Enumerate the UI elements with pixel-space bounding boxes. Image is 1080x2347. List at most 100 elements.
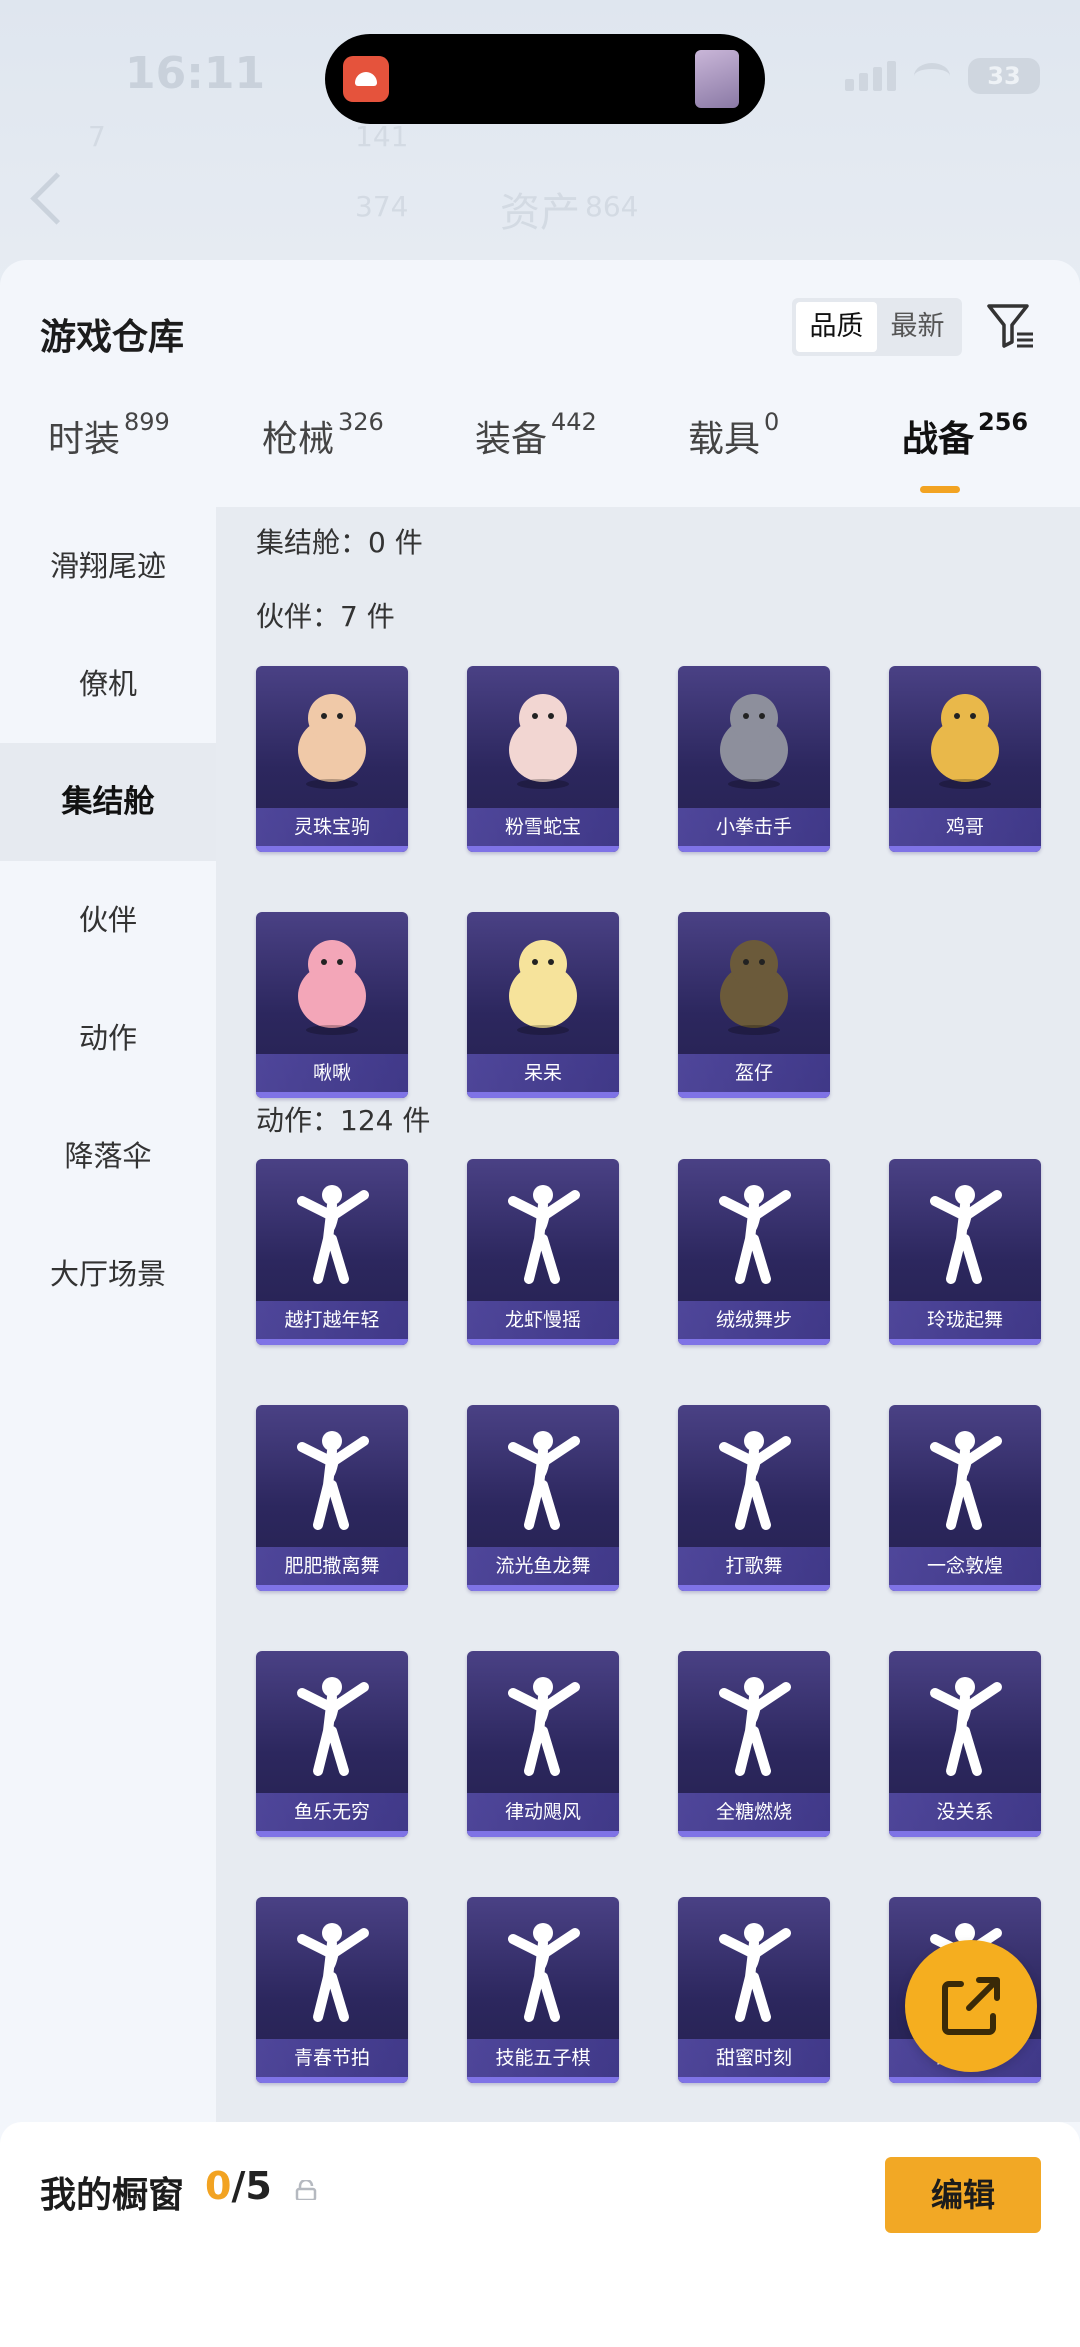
tab-guns[interactable]: 枪械 326 <box>262 408 384 462</box>
card-label: 绒绒舞步 <box>678 1301 830 1339</box>
active-tab-indicator <box>920 486 960 493</box>
card-label: 全糖燃烧 <box>678 1793 830 1831</box>
action-card[interactable]: 肥肥撒离舞 <box>256 1405 408 1591</box>
action-card[interactable]: 没关系 <box>889 1651 1041 1837</box>
sidebar-item-parachute[interactable]: 降落伞 <box>0 1097 216 1215</box>
sheet-title: 游戏仓库 <box>40 317 185 358</box>
card-label: 没关系 <box>889 1793 1041 1831</box>
sidebar-item-wingman[interactable]: 僚机 <box>0 625 216 743</box>
showcase-bar: 我的橱窗 0/5 编辑 <box>0 2122 1080 2347</box>
app-icon <box>343 56 389 102</box>
wifi-icon <box>914 63 950 89</box>
card-label: 呆呆 <box>467 1054 619 1092</box>
action-image <box>930 1185 1002 1284</box>
dynamic-island <box>325 34 765 124</box>
card-label: 甜蜜时刻 <box>678 2039 830 2077</box>
sidebar-item-action[interactable]: 动作 <box>0 979 216 1097</box>
edit-button[interactable]: 编辑 <box>885 2157 1041 2233</box>
action-card[interactable]: 龙虾慢摇 <box>467 1159 619 1345</box>
partner-card[interactable]: 灵珠宝驹 <box>256 666 408 852</box>
action-card[interactable]: 绒绒舞步 <box>678 1159 830 1345</box>
media-thumbnail-icon <box>695 50 739 108</box>
partner-card[interactable]: 啾啾 <box>256 912 408 1098</box>
card-label: 鱼乐无穷 <box>256 1793 408 1831</box>
action-image <box>508 1923 580 2022</box>
background-stat: 374 <box>355 190 409 223</box>
sort-newest-button[interactable]: 最新 <box>877 302 958 352</box>
action-card[interactable]: 一念敦煌 <box>889 1405 1041 1591</box>
card-label: 鸡哥 <box>889 808 1041 846</box>
partner-image <box>931 694 999 789</box>
action-card[interactable]: 玲珑起舞 <box>889 1159 1041 1345</box>
action-image <box>719 1677 791 1776</box>
sidebar-item-lobby-scene[interactable]: 大厅场景 <box>0 1215 216 1333</box>
partner-card[interactable]: 盔仔 <box>678 912 830 1098</box>
action-image <box>508 1185 580 1284</box>
share-icon <box>942 1977 1000 2035</box>
signal-icon <box>845 61 896 91</box>
action-image <box>297 1185 369 1284</box>
card-label: 玲珑起舞 <box>889 1301 1041 1339</box>
action-image <box>297 1923 369 2022</box>
card-label: 粉雪蛇宝 <box>467 808 619 846</box>
sidebar-item-glide-trail[interactable]: 滑翔尾迹 <box>0 507 216 625</box>
lock-icon <box>295 2180 317 2200</box>
action-card[interactable]: 律动飓风 <box>467 1651 619 1837</box>
sidebar-item-partner[interactable]: 伙伴 <box>0 861 216 979</box>
card-label: 小拳击手 <box>678 808 830 846</box>
card-label: 灵珠宝驹 <box>256 808 408 846</box>
action-card[interactable]: 青春节拍 <box>256 1897 408 2083</box>
section-header-rally-pod: 集结舱：0 件 <box>256 526 423 559</box>
partner-image <box>720 694 788 789</box>
background-stat: 864 <box>585 190 639 223</box>
card-label: 青春节拍 <box>256 2039 408 2077</box>
action-image <box>508 1431 580 1530</box>
status-time: 16:11 <box>125 48 266 99</box>
action-image <box>508 1677 580 1776</box>
section-header-partner: 伙伴：7 件 <box>256 600 395 633</box>
card-label: 打歌舞 <box>678 1547 830 1585</box>
section-header-action: 动作：124 件 <box>256 1104 431 1137</box>
action-card[interactable]: 打歌舞 <box>678 1405 830 1591</box>
card-label: 肥肥撒离舞 <box>256 1547 408 1585</box>
action-image <box>719 1431 791 1530</box>
tab-war-gear[interactable]: 战备 256 <box>902 408 1028 462</box>
card-label: 一念敦煌 <box>889 1547 1041 1585</box>
partner-image <box>509 694 577 789</box>
category-tabs: 时装 899 枪械 326 装备 442 载具 0 战备 256 <box>0 408 1080 510</box>
tab-fashion[interactable]: 时装 899 <box>48 408 170 462</box>
card-label: 律动飓风 <box>467 1793 619 1831</box>
partner-card[interactable]: 鸡哥 <box>889 666 1041 852</box>
partner-image <box>509 940 577 1035</box>
tab-equipment[interactable]: 装备 442 <box>475 408 597 462</box>
card-label: 流光鱼龙舞 <box>467 1547 619 1585</box>
filter-icon[interactable] <box>985 300 1037 352</box>
partner-image <box>720 940 788 1035</box>
action-card[interactable]: 全糖燃烧 <box>678 1651 830 1837</box>
battery-icon: 33 <box>968 58 1040 94</box>
action-image <box>930 1677 1002 1776</box>
sort-quality-button[interactable]: 品质 <box>796 302 877 352</box>
action-card[interactable]: 鱼乐无穷 <box>256 1651 408 1837</box>
background-stat: 7 <box>88 120 106 153</box>
action-image <box>297 1677 369 1776</box>
sidebar-item-rally-pod[interactable]: 集结舱 <box>0 743 216 861</box>
share-button[interactable] <box>905 1940 1037 2072</box>
card-label: 技能五子棋 <box>467 2039 619 2077</box>
action-image <box>297 1431 369 1530</box>
action-card[interactable]: 流光鱼龙舞 <box>467 1405 619 1591</box>
action-card[interactable]: 甜蜜时刻 <box>678 1897 830 2083</box>
partner-card[interactable]: 小拳击手 <box>678 666 830 852</box>
partner-card[interactable]: 粉雪蛇宝 <box>467 666 619 852</box>
partner-card[interactable]: 呆呆 <box>467 912 619 1098</box>
item-grid-area: 集结舱：0 件 伙伴：7 件 动作：124 件 灵珠宝驹 粉雪蛇宝 小拳击手 鸡哥啾啾… <box>216 507 1080 2122</box>
card-label: 龙虾慢摇 <box>467 1301 619 1339</box>
card-label: 盔仔 <box>678 1054 830 1092</box>
action-card[interactable]: 技能五子棋 <box>467 1897 619 2083</box>
card-label: 越打越年轻 <box>256 1301 408 1339</box>
showcase-count: 0/5 <box>205 2164 272 2208</box>
action-card[interactable]: 越打越年轻 <box>256 1159 408 1345</box>
showcase-title: 我的橱窗 <box>40 2175 185 2216</box>
tab-vehicles[interactable]: 载具 0 <box>688 408 779 462</box>
sort-toggle: 品质 最新 <box>792 298 962 356</box>
